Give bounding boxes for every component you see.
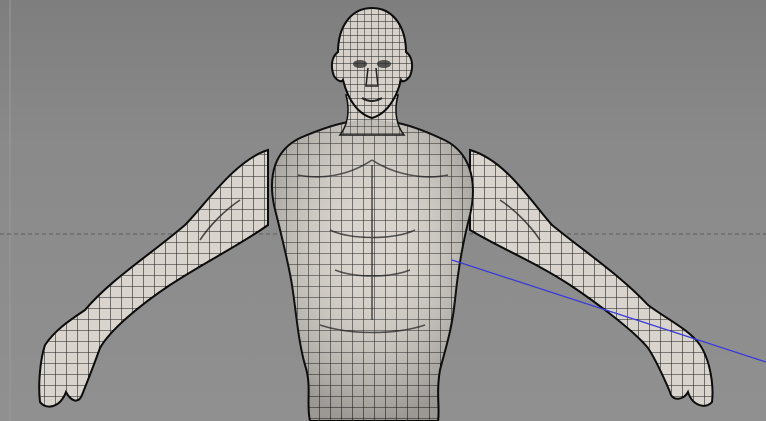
left-arm-mesh[interactable] — [38, 148, 269, 408]
right-eye-socket — [377, 60, 391, 68]
viewport-canvas[interactable] — [0, 0, 766, 421]
torso-shading — [271, 120, 473, 421]
left-eye-socket — [353, 60, 367, 68]
3d-viewport[interactable] — [0, 0, 766, 421]
character-mesh[interactable] — [38, 6, 714, 421]
